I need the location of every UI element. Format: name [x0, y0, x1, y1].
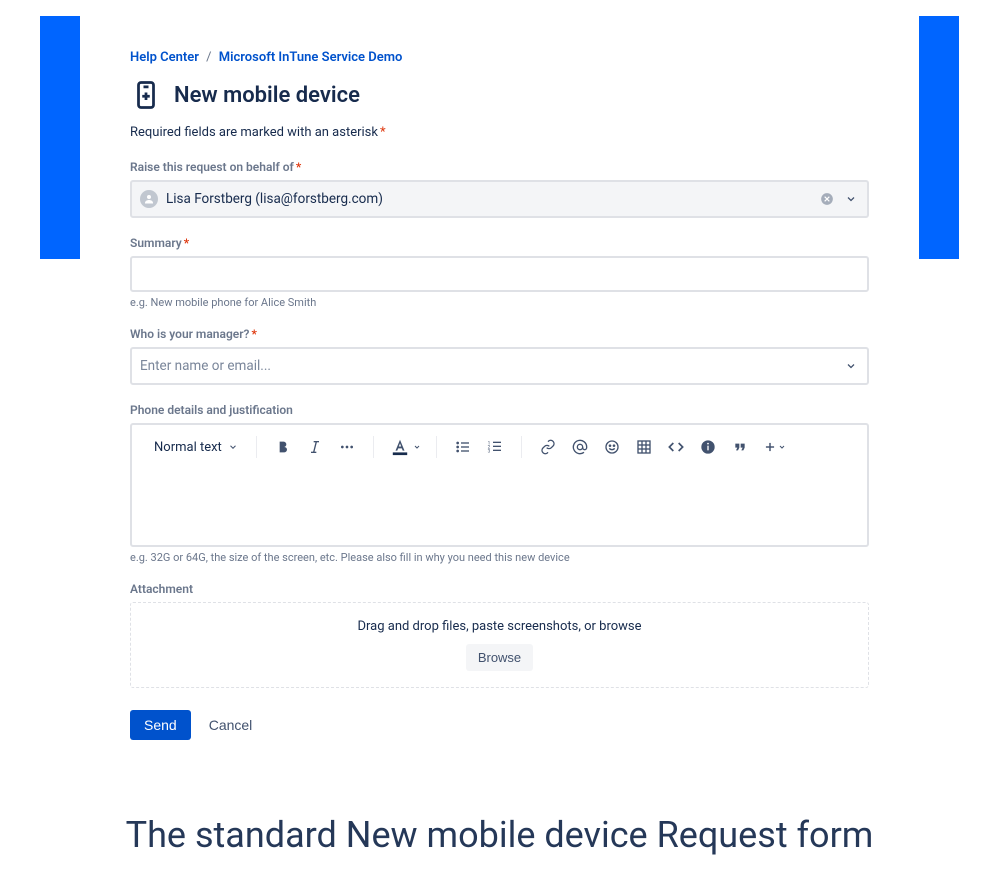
- manager-label: Who is your manager?*: [130, 327, 869, 341]
- bullet-list-button[interactable]: [449, 433, 477, 461]
- breadcrumb: Help Center / Microsoft InTune Service D…: [130, 50, 869, 65]
- required-fields-note: Required fields are marked with an aster…: [130, 125, 869, 140]
- details-label: Phone details and justification: [130, 403, 869, 417]
- breadcrumb-separator: /: [206, 50, 211, 65]
- details-editor: Normal text 123: [130, 423, 869, 547]
- more-formatting-button[interactable]: [333, 433, 361, 461]
- send-button[interactable]: Send: [130, 710, 191, 740]
- insert-more-button[interactable]: [758, 433, 792, 461]
- summary-input[interactable]: [130, 256, 869, 292]
- manager-placeholder: Enter name or email...: [140, 358, 835, 374]
- cancel-button[interactable]: Cancel: [203, 710, 259, 740]
- request-form-card: Help Center / Microsoft InTune Service D…: [80, 16, 919, 780]
- quote-button[interactable]: [726, 433, 754, 461]
- link-button[interactable]: [534, 433, 562, 461]
- avatar-icon: [140, 190, 158, 208]
- details-hint: e.g. 32G or 64G, the size of the screen,…: [130, 551, 869, 564]
- dropzone-text: Drag and drop files, paste screenshots, …: [147, 619, 852, 634]
- chevron-down-icon[interactable]: [843, 191, 859, 207]
- page-title: New mobile device: [174, 83, 360, 108]
- info-panel-button[interactable]: [694, 433, 722, 461]
- mobile-device-icon: [130, 79, 162, 111]
- manager-select[interactable]: Enter name or email...: [130, 347, 869, 385]
- details-textarea[interactable]: [132, 469, 867, 545]
- summary-hint: e.g. New mobile phone for Alice Smith: [130, 296, 869, 309]
- emoji-button[interactable]: [598, 433, 626, 461]
- requester-value: Lisa Forstberg (lisa@forstberg.com): [166, 191, 811, 207]
- attachment-dropzone[interactable]: Drag and drop files, paste screenshots, …: [130, 602, 869, 688]
- numbered-list-button[interactable]: 123: [481, 433, 509, 461]
- chevron-down-icon[interactable]: [843, 358, 859, 374]
- italic-button[interactable]: [301, 433, 329, 461]
- clear-icon[interactable]: [819, 191, 835, 207]
- figure-caption: The standard New mobile device Request f…: [0, 814, 999, 856]
- summary-label: Summary*: [130, 236, 869, 250]
- browse-button[interactable]: Browse: [466, 644, 533, 671]
- rte-heading-select[interactable]: Normal text: [148, 436, 244, 459]
- table-button[interactable]: [630, 433, 658, 461]
- requester-label: Raise this request on behalf of*: [130, 160, 869, 174]
- svg-text:3: 3: [487, 448, 490, 454]
- rte-toolbar: Normal text 123: [132, 425, 867, 469]
- bold-button[interactable]: [269, 433, 297, 461]
- code-button[interactable]: [662, 433, 690, 461]
- text-color-button[interactable]: [386, 433, 424, 461]
- breadcrumb-help-center[interactable]: Help Center: [130, 50, 199, 65]
- attachment-label: Attachment: [130, 582, 869, 596]
- breadcrumb-service[interactable]: Microsoft InTune Service Demo: [219, 50, 403, 65]
- requester-select[interactable]: Lisa Forstberg (lisa@forstberg.com): [130, 180, 869, 218]
- mention-button[interactable]: [566, 433, 594, 461]
